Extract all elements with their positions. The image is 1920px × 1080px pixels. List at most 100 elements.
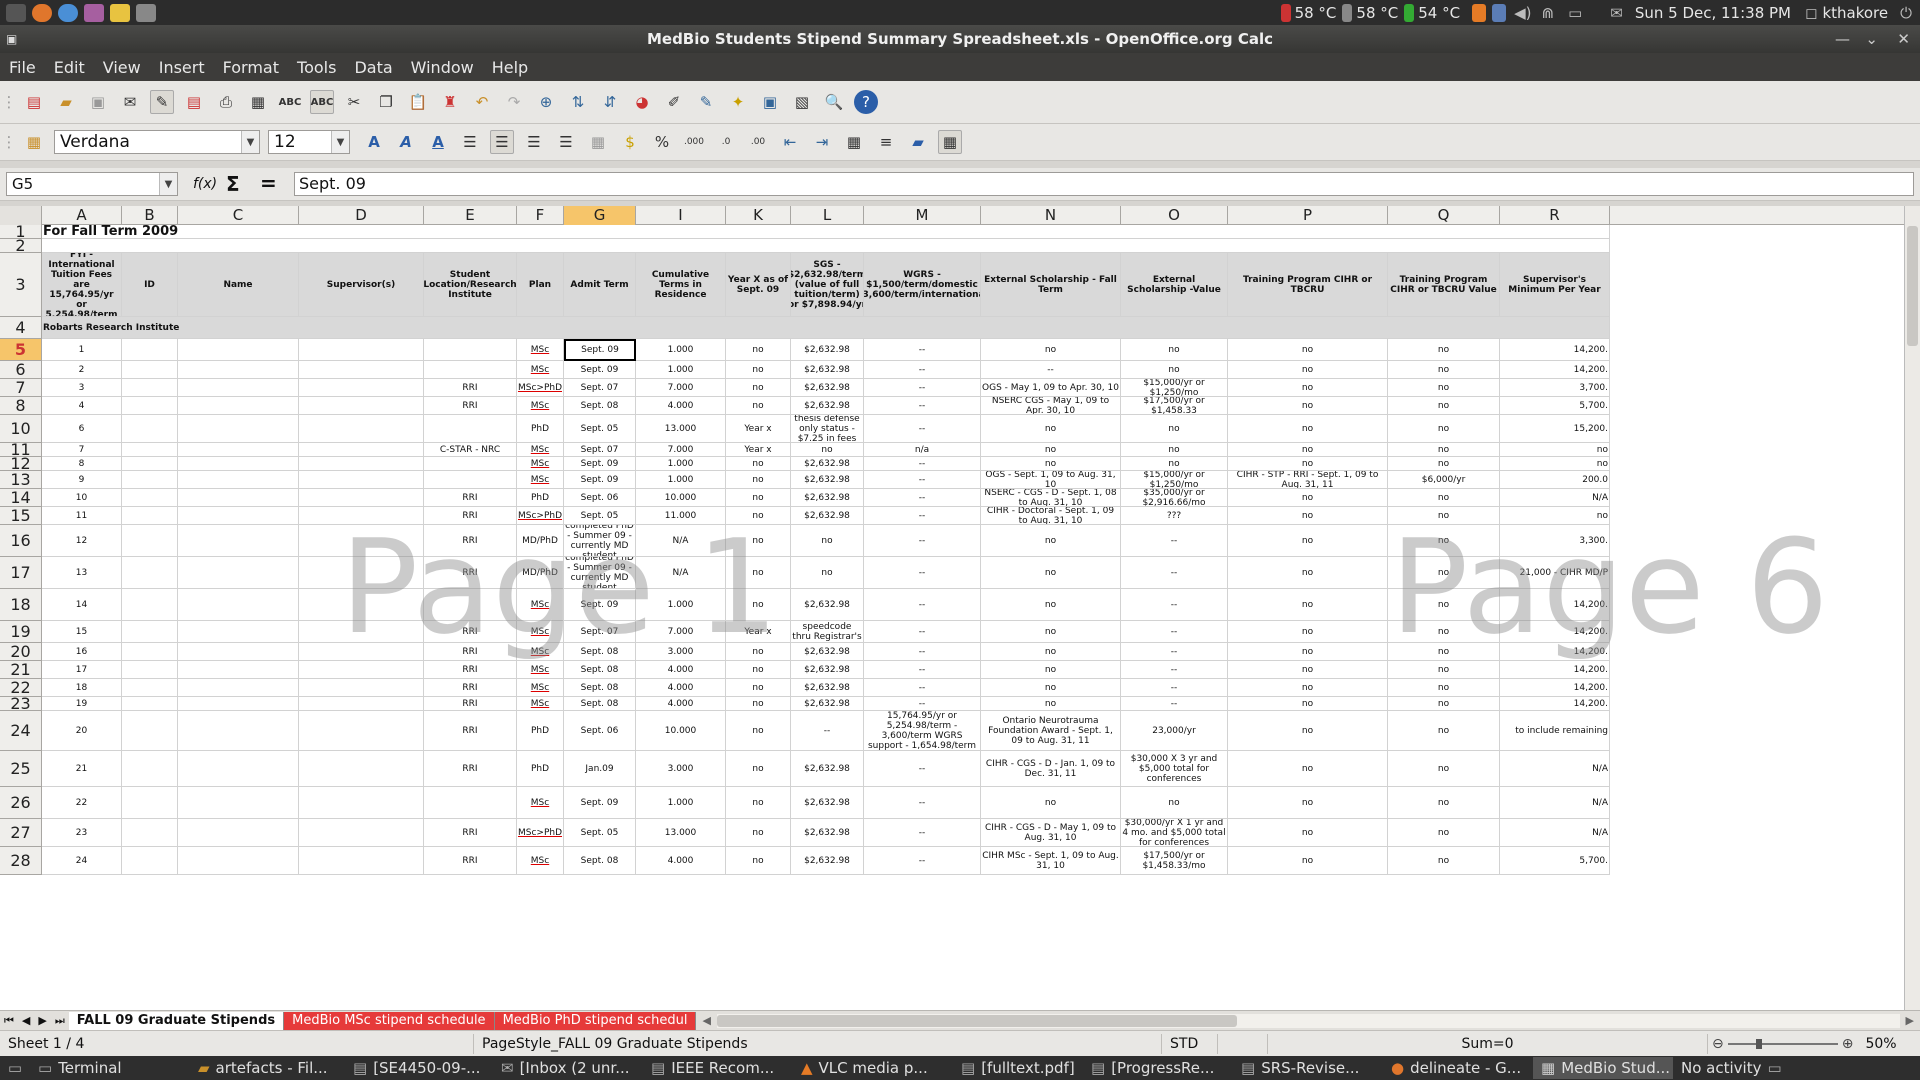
table-cell[interactable]: $2,632.98 — [791, 457, 864, 471]
table-cell[interactable]: 7.000 — [636, 621, 726, 643]
table-cell[interactable]: no — [1121, 443, 1228, 457]
header-cell[interactable]: Student Location/Research Institute — [424, 253, 517, 317]
calc-launcher-icon[interactable] — [136, 3, 156, 22]
table-cell[interactable]: no — [981, 697, 1121, 711]
table-cell[interactable]: no — [791, 557, 864, 589]
table-cell[interactable]: no — [981, 643, 1121, 661]
table-cell[interactable] — [122, 751, 178, 787]
table-cell[interactable]: no — [1388, 457, 1500, 471]
table-cell[interactable]: 14,200. — [1500, 679, 1610, 697]
table-cell[interactable] — [299, 471, 424, 489]
user-name[interactable]: kthakore — [1822, 4, 1888, 22]
blank-row-cell[interactable] — [42, 239, 1610, 253]
print-preview-icon[interactable]: ▦ — [246, 90, 270, 114]
column-header-r[interactable]: R — [1500, 206, 1610, 225]
delete-decimal-icon[interactable]: .00 — [746, 130, 770, 154]
table-cell[interactable] — [122, 525, 178, 557]
header-cell[interactable]: Admit Term — [564, 253, 636, 317]
decrease-indent-icon[interactable]: ⇤ — [778, 130, 802, 154]
row-header-12[interactable]: 12 — [0, 454, 42, 473]
table-cell[interactable]: RRI — [424, 661, 517, 679]
table-cell[interactable]: no — [1228, 397, 1388, 415]
table-cell[interactable]: Sept. 09 — [564, 787, 636, 819]
table-cell[interactable]: no — [1388, 525, 1500, 557]
task-progress[interactable]: ▤ [ProgressRe... — [1083, 1057, 1233, 1079]
table-cell[interactable]: MSc — [517, 589, 564, 621]
table-cell[interactable]: 13 — [42, 557, 122, 589]
autospellcheck-icon[interactable]: ABC — [310, 90, 334, 114]
table-cell[interactable]: PhD — [517, 415, 564, 443]
table-cell[interactable]: MSc — [517, 679, 564, 697]
row-header-5[interactable]: 5 — [0, 339, 42, 361]
new-document-icon[interactable]: ▤ — [22, 90, 46, 114]
column-header-b[interactable]: B — [122, 206, 178, 225]
table-cell[interactable]: $2,632.98 — [791, 507, 864, 525]
horizontal-scrollbar[interactable] — [716, 1013, 1900, 1028]
table-cell[interactable]: 6 — [42, 415, 122, 443]
toggle-grid-icon[interactable]: ▦ — [938, 130, 962, 154]
table-cell[interactable]: $2,632.98 — [791, 679, 864, 697]
table-cell[interactable]: no — [1121, 415, 1228, 443]
table-cell[interactable]: no — [1228, 339, 1388, 361]
table-cell[interactable]: no — [981, 415, 1121, 443]
minimize-icon[interactable]: — — [1835, 25, 1850, 53]
table-cell[interactable]: MSc — [517, 697, 564, 711]
table-cell[interactable]: 10 — [42, 489, 122, 507]
table-cell[interactable] — [299, 679, 424, 697]
table-cell[interactable] — [122, 379, 178, 397]
table-cell[interactable] — [122, 471, 178, 489]
table-cell[interactable]: tuition pd by speedcode thru Registrar's… — [791, 621, 864, 643]
table-cell[interactable]: 7.000 — [636, 379, 726, 397]
table-cell[interactable] — [299, 415, 424, 443]
table-cell[interactable]: $17,500/yr or $1,458.33/mo — [1121, 847, 1228, 875]
draw-functions-icon[interactable]: ✐ — [662, 90, 686, 114]
table-cell[interactable]: no — [726, 457, 791, 471]
table-cell[interactable]: Sept. 06 — [564, 711, 636, 751]
table-cell[interactable]: 5,700. — [1500, 397, 1610, 415]
table-cell[interactable]: no — [726, 751, 791, 787]
table-cell[interactable] — [299, 711, 424, 751]
table-cell[interactable]: $2,632.98 — [791, 339, 864, 361]
table-cell[interactable]: PhD — [517, 751, 564, 787]
table-cell[interactable]: MSc — [517, 621, 564, 643]
copy-icon[interactable]: ❐ — [374, 90, 398, 114]
table-cell[interactable]: $2,632.98 — [791, 489, 864, 507]
table-cell[interactable]: Year x — [726, 415, 791, 443]
table-cell[interactable]: 1.000 — [636, 787, 726, 819]
table-cell[interactable]: no — [1388, 697, 1500, 711]
table-cell[interactable]: RRI — [424, 819, 517, 847]
hscroll-left-icon[interactable]: ◀ — [696, 1014, 716, 1027]
table-cell[interactable]: MSc — [517, 457, 564, 471]
table-cell[interactable]: $30,000/yr X 1 yr and 4 mo. and $5,000 t… — [1121, 819, 1228, 847]
table-cell[interactable] — [299, 847, 424, 875]
font-size-select[interactable]: 12 ▼ — [268, 130, 350, 154]
table-cell[interactable]: MSc — [517, 787, 564, 819]
table-cell[interactable]: no — [791, 525, 864, 557]
percent-format-icon[interactable]: % — [650, 130, 674, 154]
menu-file[interactable]: File — [0, 58, 45, 77]
table-cell[interactable]: -- — [864, 557, 981, 589]
table-cell[interactable]: 21,000 - CIHR MD/P — [1500, 557, 1610, 589]
sum-icon[interactable]: Σ — [226, 172, 240, 196]
table-cell[interactable]: 7.000 — [636, 443, 726, 457]
table-cell[interactable] — [299, 525, 424, 557]
table-cell[interactable]: no — [726, 339, 791, 361]
row-header-27[interactable]: 27 — [0, 819, 42, 847]
network-icon[interactable]: ⋒ — [1541, 4, 1554, 22]
table-cell[interactable] — [122, 339, 178, 361]
row-header-4[interactable]: 4 — [0, 317, 42, 339]
table-cell[interactable]: RRI — [424, 751, 517, 787]
table-cell[interactable]: no — [726, 361, 791, 379]
gallery-icon[interactable]: ▣ — [758, 90, 782, 114]
table-cell[interactable]: no — [1388, 819, 1500, 847]
table-cell[interactable]: RRI — [424, 397, 517, 415]
table-cell[interactable]: $2,632.98 — [791, 379, 864, 397]
table-cell[interactable]: 24 — [42, 847, 122, 875]
header-cell[interactable]: Training Program CIHR or TBCRU Value — [1388, 253, 1500, 317]
page-style[interactable]: PageStyle_FALL 09 Graduate Stipends — [474, 1033, 1162, 1054]
table-cell[interactable]: -- — [1121, 589, 1228, 621]
table-cell[interactable] — [122, 621, 178, 643]
section-label-cell[interactable]: Robarts Research Institute — [42, 317, 1610, 339]
table-cell[interactable]: no — [726, 643, 791, 661]
close-icon[interactable]: ✕ — [1897, 25, 1910, 53]
